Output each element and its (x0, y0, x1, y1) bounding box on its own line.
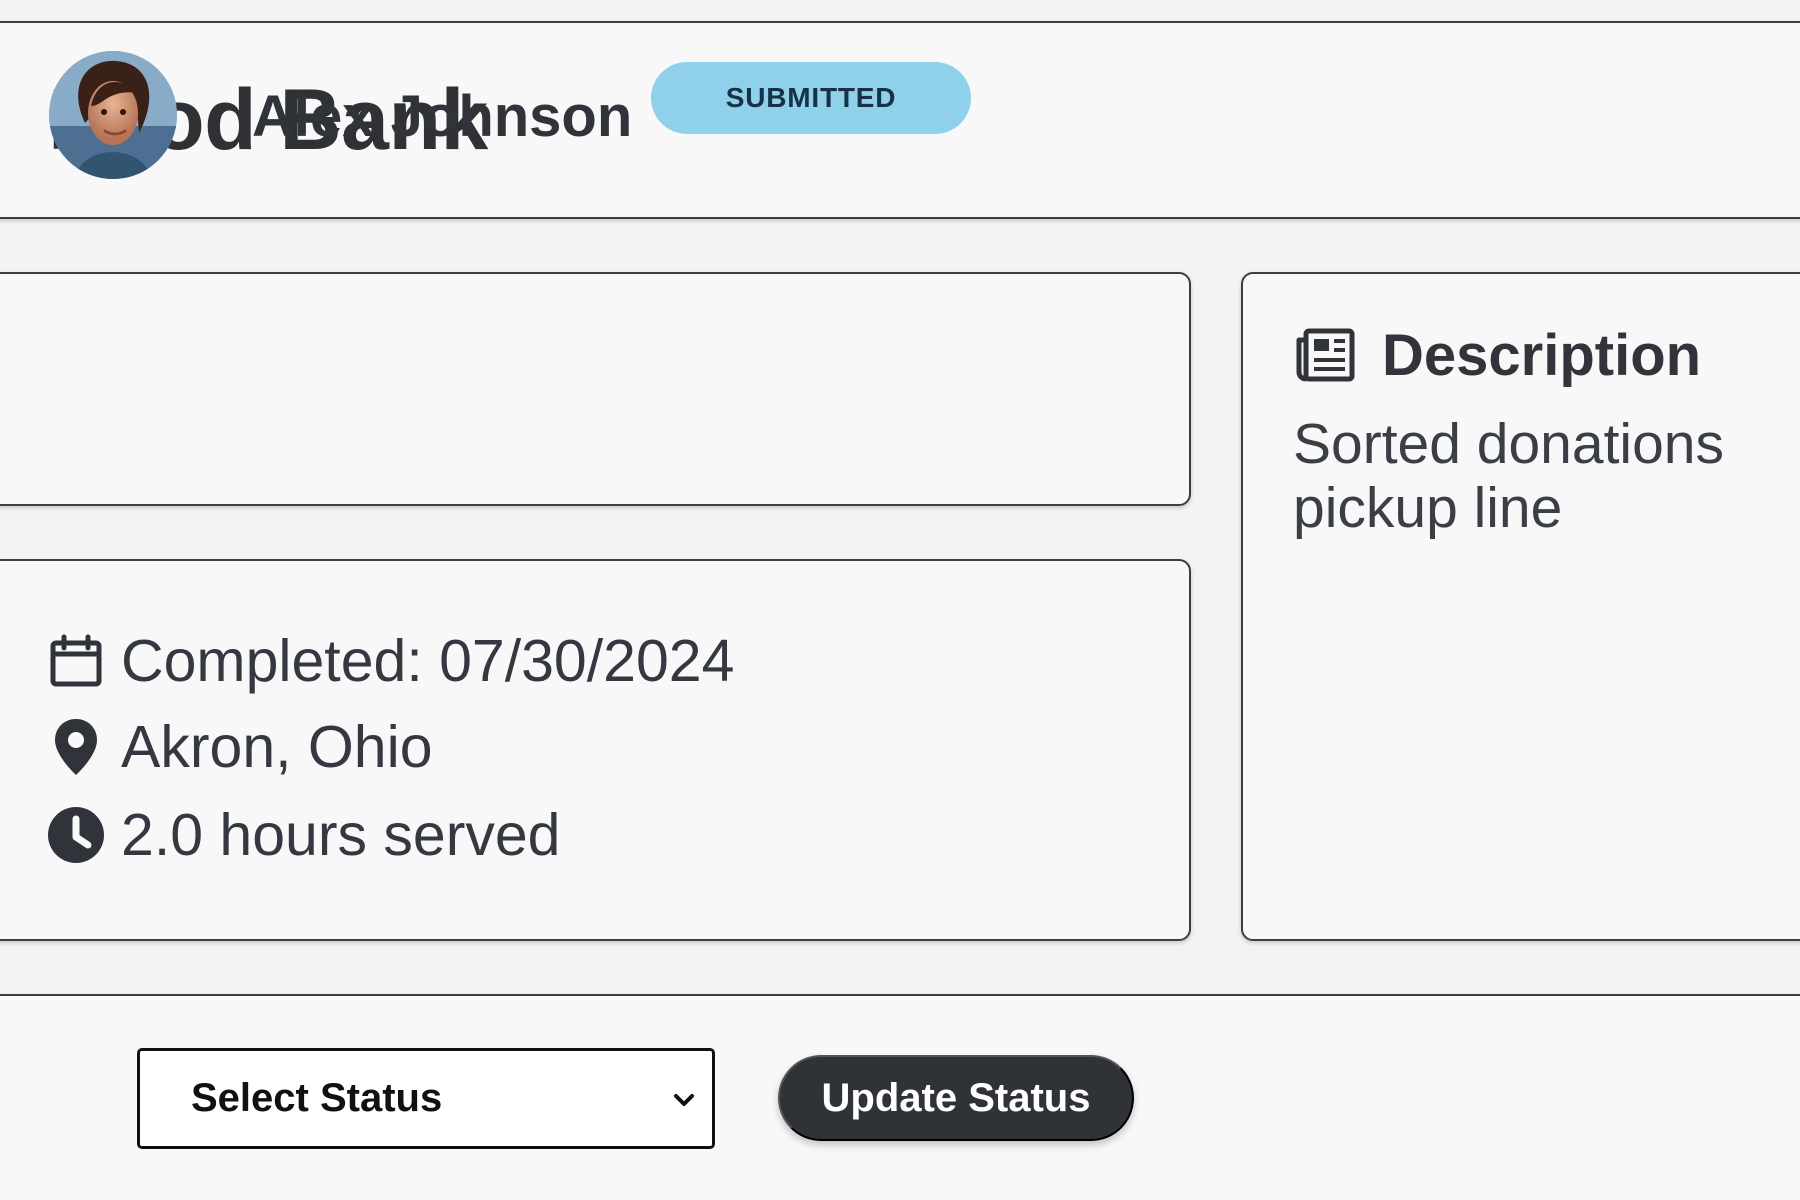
description-title: Description (1382, 322, 1702, 388)
calendar-icon (45, 630, 107, 692)
hours-served: 2.0 hours served (121, 802, 561, 868)
description-text: Sorted donations pickup line (1293, 412, 1800, 540)
person-avatar-icon (49, 51, 177, 179)
clock-icon (45, 804, 107, 866)
status-select[interactable]: Select Status (137, 1048, 715, 1149)
newspaper-icon (1292, 322, 1358, 388)
description-text-line: Sorted donations (1293, 412, 1724, 476)
description-heading: Description (1292, 322, 1701, 388)
description-text-line: pickup line (1293, 476, 1563, 540)
status-badge: SUBMITTED (651, 62, 971, 134)
completed-date: Completed: 07/30/2024 (121, 628, 735, 694)
volunteer-record-page: Food Bank SUBMITTED Alex Johnson Complet… (0, 0, 1800, 1200)
completed-date-row: Completed: 07/30/2024 (45, 626, 734, 696)
map-pin-icon (45, 716, 107, 778)
status-select-value: Select Status (191, 1076, 443, 1120)
avatar (49, 51, 177, 179)
location: Akron, Ohio (121, 714, 433, 780)
hours-row: 2.0 hours served (45, 800, 560, 870)
volunteer-name: Alex Johnson (252, 84, 633, 149)
chevron-down-icon (674, 1094, 694, 1106)
volunteer-card (0, 272, 1191, 506)
location-row: Akron, Ohio (45, 712, 433, 782)
update-status-button[interactable]: Update Status (778, 1055, 1134, 1141)
